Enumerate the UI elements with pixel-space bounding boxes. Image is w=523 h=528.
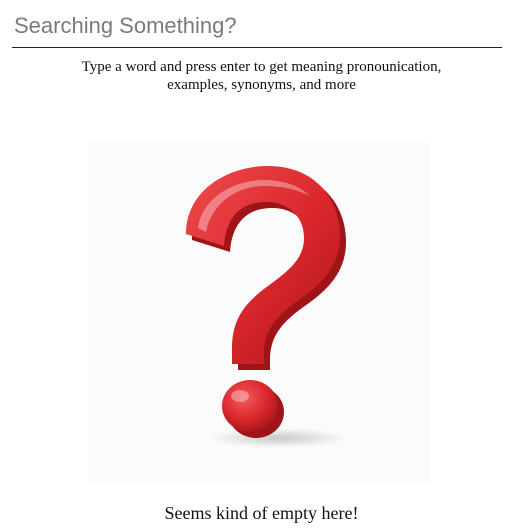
empty-state-message: Seems kind of empty here!: [164, 503, 359, 523]
search-hint: Type a word and press enter to get meani…: [0, 58, 523, 94]
question-mark-icon: [186, 166, 348, 448]
empty-state-illustration: [88, 142, 430, 484]
search-input[interactable]: [12, 4, 502, 48]
search-hint-text: Type a word and press enter to get meani…: [81, 59, 442, 93]
